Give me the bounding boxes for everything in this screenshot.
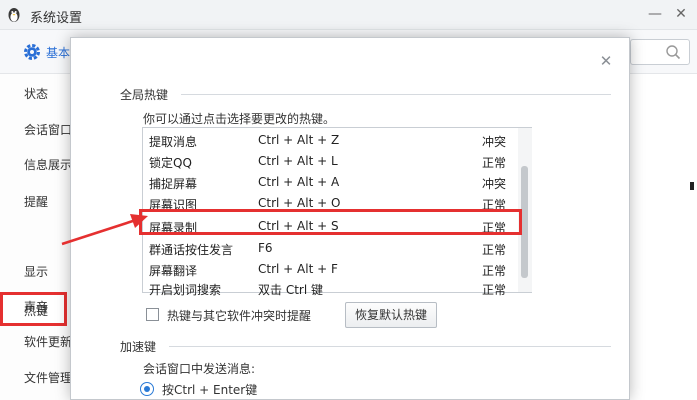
sidebar-item-file-management[interactable]: 文件管理 (24, 369, 72, 386)
sidebar-item-software-update[interactable]: 软件更新 (24, 333, 72, 350)
hotkey-name: 捕捉屏幕 (149, 177, 198, 191)
sidebar-item-status[interactable]: 状态 (24, 85, 48, 102)
hotkey-status: 正常 (482, 243, 507, 257)
table-row[interactable]: 捕捉屏幕 Ctrl + Alt + A 冲突 (143, 172, 517, 193)
penguin-icon (8, 8, 20, 22)
hotkey-name: 屏幕翻译 (149, 264, 198, 278)
hotkey-status: 冲突 (482, 177, 507, 191)
hint-text: 你可以通过点击选择要更改的热键。 (143, 112, 336, 126)
hotkey-key: 双击 Ctrl 键 (258, 283, 323, 297)
selected-row-highlight (139, 209, 522, 235)
sidebar-item-sound[interactable]: 声音 (24, 298, 48, 315)
table-row[interactable]: 群通话按住发言 F6 正常 (143, 238, 517, 259)
gear-icon (24, 44, 40, 60)
restore-default-hotkeys-button[interactable]: 恢复默认热键 (345, 302, 437, 328)
global-hotkeys-title: 全局热键 (120, 88, 169, 102)
section-divider (169, 346, 611, 347)
sidebar-item-info-display[interactable]: 信息展示 (24, 156, 72, 173)
red-arrow-icon (61, 214, 148, 246)
table-row[interactable]: 开启划词搜索 双击 Ctrl 键 正常 (143, 278, 517, 299)
minimize-icon[interactable]: — (644, 4, 666, 24)
hotkey-status: 冲突 (482, 135, 507, 149)
hotkey-status: 正常 (482, 264, 507, 278)
ctrl-enter-radio-label[interactable]: 按Ctrl + Enter键 (162, 381, 257, 398)
search-input[interactable] (630, 39, 690, 65)
close-icon[interactable]: ✕ (670, 4, 692, 24)
ctrl-enter-radio[interactable] (140, 382, 154, 396)
hotkey-status: 正常 (482, 283, 507, 297)
hotkey-name: 提取消息 (149, 135, 198, 149)
hotkey-settings-dialog: ✕ 全局热键 你可以通过点击选择要更改的热键。 提取消息 Ctrl + Alt … (70, 37, 630, 400)
window-title: 系统设置 (30, 11, 83, 26)
hotkey-status: 正常 (482, 156, 507, 170)
scrollbar-thumb[interactable] (521, 166, 528, 278)
hotkey-key: Ctrl + Alt + F (258, 262, 338, 276)
hotkey-key: Ctrl + Alt + A (258, 175, 340, 189)
dialog-close-icon[interactable]: ✕ (597, 52, 615, 70)
conflict-reminder-checkbox[interactable] (146, 308, 159, 321)
hotkey-key: Ctrl + Alt + L (258, 154, 338, 168)
hotkey-key: Ctrl + Alt + Z (258, 133, 340, 147)
table-row[interactable]: 屏幕翻译 Ctrl + Alt + F 正常 (143, 259, 517, 280)
table-row[interactable]: 提取消息 Ctrl + Alt + Z 冲突 (143, 130, 517, 151)
basic-settings-tab[interactable]: 基本 (46, 44, 70, 61)
sidebar-item-reminders[interactable]: 提醒 (24, 193, 48, 210)
content-area (630, 75, 697, 400)
accelerator-keys-title: 加速键 (120, 340, 157, 354)
conflict-reminder-label[interactable]: 热键与其它软件冲突时提醒 (167, 307, 311, 324)
hotkey-key: F6 (258, 241, 273, 255)
send-message-label: 会话窗口中发送消息: (143, 362, 256, 376)
search-icon (666, 45, 681, 60)
sidebar-item-session-window[interactable]: 会话窗口 (24, 121, 72, 138)
title-bar: 系统设置 — ✕ (0, 0, 697, 30)
hotkey-name: 开启划词搜索 (149, 283, 222, 297)
hotkey-key: Ctrl + Alt + O (258, 196, 341, 210)
sidebar-item-display[interactable]: 显示 (24, 263, 48, 280)
cursor-mark (690, 182, 694, 190)
section-divider (181, 94, 611, 95)
hotkey-name: 群通话按住发言 (149, 243, 234, 257)
table-row[interactable]: 锁定QQ Ctrl + Alt + L 正常 (143, 151, 517, 172)
hotkey-name: 锁定QQ (149, 156, 192, 170)
